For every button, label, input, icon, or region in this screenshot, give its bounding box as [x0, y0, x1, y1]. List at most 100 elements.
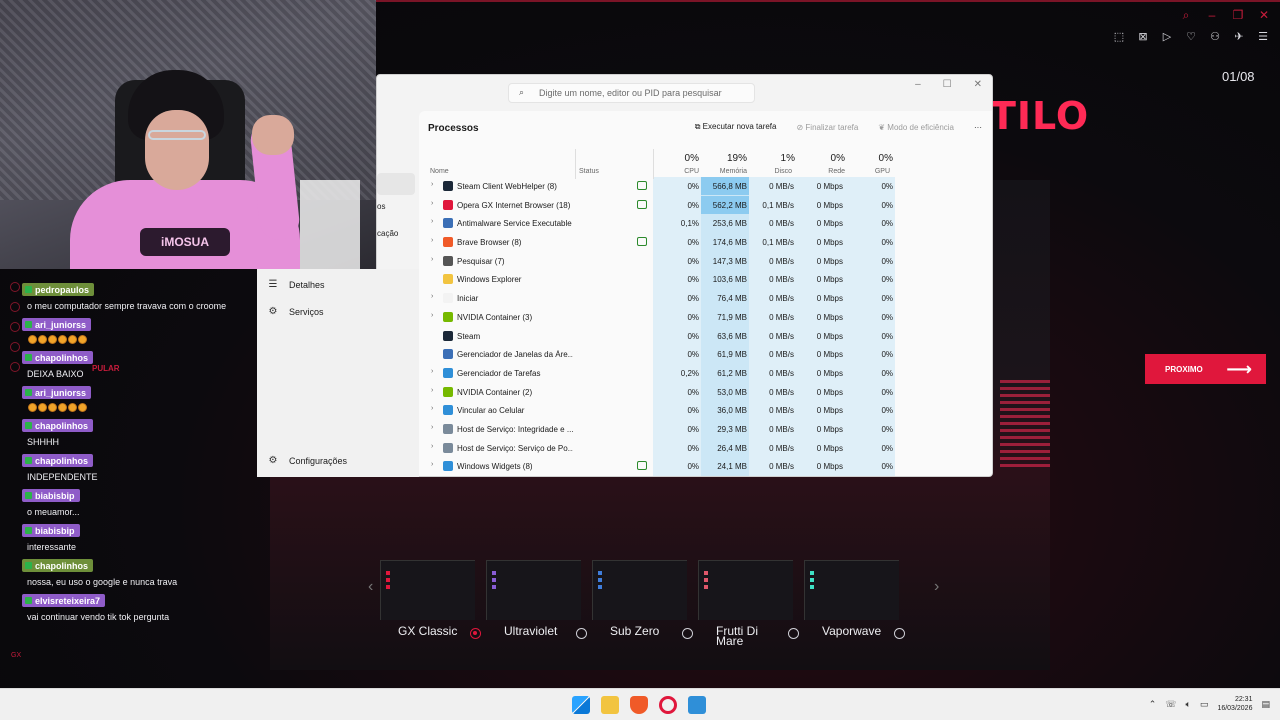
play-icon[interactable]: ▷	[1160, 30, 1174, 43]
gpu-column-header[interactable]: GPU	[859, 168, 890, 175]
chat-username[interactable]: ari_juniorss	[22, 386, 92, 399]
close-icon[interactable]: ✕	[974, 79, 982, 90]
chat-username[interactable]: chapolinhos	[22, 454, 94, 467]
clock[interactable]: 22:31 16/03/2026	[1217, 695, 1252, 713]
disk-column-header[interactable]: Disco	[761, 168, 792, 175]
process-row[interactable]: Steam 0% 63,6 MB 0 MB/s 0 Mbps 0%	[419, 327, 992, 346]
brave-icon[interactable]	[630, 696, 648, 714]
chat-username[interactable]: pedropaulos	[22, 283, 95, 296]
chevron-right-icon[interactable]: ›	[431, 181, 433, 188]
process-row[interactable]: › Host de Serviço: Integridade e ... 0% 29,…	[419, 420, 992, 439]
process-row[interactable]: › Steam Client WebHelper (8) 0% 566,8 MB 0 M…	[419, 177, 992, 196]
theme-option[interactable]: Frutti Di Mare	[698, 560, 803, 647]
theme-radio[interactable]	[682, 628, 693, 639]
chevron-right-icon[interactable]: ›	[431, 200, 433, 207]
process-row[interactable]: › Iniciar 0% 76,4 MB 0 MB/s 0 Mbps 0%	[419, 289, 992, 308]
ai-icon[interactable]: ✈	[1232, 30, 1246, 43]
process-row[interactable]: › Pesquisar (7) 0% 147,3 MB 0 MB/s 0 Mbps 0%	[419, 252, 992, 271]
process-row[interactable]: › Vincular ao Celular 0% 36,0 MB 0 MB/s 0 Mbp…	[419, 401, 992, 420]
process-row[interactable]: › Brave Browser (8) 0% 174,6 MB 0,1 MB/s 0 Mb…	[419, 233, 992, 252]
status-column-header[interactable]: Status	[579, 168, 599, 175]
chevron-left-icon[interactable]: ‹	[368, 578, 373, 596]
shield-icon[interactable]: ⊠	[1136, 30, 1150, 43]
nav-item-settings[interactable]: ⚙ Configurações	[267, 455, 348, 466]
network-icon[interactable]: ☏	[1165, 699, 1176, 710]
chevron-right-icon[interactable]: ›	[431, 443, 433, 450]
chat-username[interactable]: biabisbip	[22, 489, 80, 502]
theme-radio[interactable]	[576, 628, 587, 639]
chevron-right-icon[interactable]: ›	[431, 424, 433, 431]
theme-option[interactable]: Ultraviolet	[486, 560, 591, 639]
chevron-right-icon[interactable]: ›	[431, 312, 433, 319]
process-row[interactable]: › Windows Widgets (8) 0% 24,1 MB 0 MB/s 0 Mbp…	[419, 457, 992, 476]
process-row[interactable]: › NVIDIA Container (2) 0% 53,0 MB 0 MB/s 0 Mb…	[419, 383, 992, 402]
cpu-column-header[interactable]: CPU	[665, 168, 699, 175]
theme-radio[interactable]	[470, 628, 481, 639]
chat-username[interactable]: ari_juniorss	[22, 318, 92, 331]
nav-item-label[interactable]: os	[377, 202, 385, 211]
theme-radio[interactable]	[894, 628, 905, 639]
notification-icon[interactable]: ▤	[1261, 699, 1270, 710]
profile-icon[interactable]: ⚇	[1208, 30, 1222, 43]
minimize-icon[interactable]: –	[915, 79, 921, 90]
theme-option[interactable]: Vaporwave	[804, 560, 909, 639]
heart-icon[interactable]: ♡	[1184, 30, 1198, 43]
snapshot-icon[interactable]: ⬚	[1112, 30, 1126, 43]
theme-option[interactable]: GX Classic	[380, 560, 485, 639]
disk-percent[interactable]: 1%	[761, 153, 795, 164]
theme-option[interactable]: Sub Zero	[592, 560, 697, 639]
chevron-up-icon[interactable]: ⌃	[1149, 699, 1157, 710]
restore-icon[interactable]: ❐	[1232, 8, 1244, 23]
chevron-right-icon[interactable]: ›	[431, 293, 433, 300]
chat-username[interactable]: chapolinhos	[22, 419, 94, 432]
process-row[interactable]: Windows Explorer 0% 103,6 MB 0 MB/s 0 Mbps 0%	[419, 270, 992, 289]
volume-icon[interactable]: 🔈︎	[1186, 699, 1191, 710]
gpu-percent[interactable]: 0%	[859, 153, 893, 164]
end-task-button[interactable]: ⊘ Finalizar tarefa	[796, 123, 858, 132]
chat-username[interactable]: biabisbip	[22, 524, 80, 537]
nav-item-services[interactable]: ⚙ Serviços	[267, 306, 324, 317]
chat-username[interactable]: chapolinhos	[22, 351, 94, 364]
opera-icon[interactable]	[659, 696, 677, 714]
menu-icon[interactable]: ☰	[1256, 30, 1270, 43]
chevron-right-icon[interactable]: ›	[431, 387, 433, 394]
nav-item-label: Detalhes	[289, 279, 325, 290]
memory-column-header[interactable]: Memória	[703, 168, 747, 175]
run-task-button[interactable]: ⧉ Executar nova tarefa	[695, 122, 777, 132]
chevron-right-icon[interactable]: ›	[431, 237, 433, 244]
battery-icon[interactable]: ▭	[1200, 699, 1209, 710]
search-icon[interactable]: ⌕	[1180, 8, 1192, 23]
windows-start-icon[interactable]	[572, 696, 590, 714]
chevron-right-icon[interactable]: ›	[431, 256, 433, 263]
nav-item-details[interactable]: ☰ Detalhes	[267, 279, 325, 290]
process-row[interactable]: › Gerenciador de Tarefas 0,2% 61,2 MB 0 MB/s…	[419, 364, 992, 383]
chevron-right-icon[interactable]: ›	[431, 405, 433, 412]
network-percent[interactable]: 0%	[811, 153, 845, 164]
memory-percent[interactable]: 19%	[713, 153, 747, 164]
process-row[interactable]: › Antimalware Service Executable 0,1% 253,6…	[419, 214, 992, 233]
name-column-header[interactable]: Nome	[430, 168, 449, 175]
process-row[interactable]: › NVIDIA Container (3) 0% 71,9 MB 0 MB/s 0 Mb…	[419, 308, 992, 327]
minimize-icon[interactable]: –	[1206, 8, 1218, 23]
efficiency-mode-button[interactable]: ❦ Modo de eficiência	[878, 123, 954, 132]
close-icon[interactable]: ✕	[1258, 8, 1270, 23]
theme-radio[interactable]	[788, 628, 799, 639]
next-button[interactable]: PROXIMO ⟶	[1145, 354, 1266, 384]
network-column-header[interactable]: Rede	[811, 168, 845, 175]
chevron-right-icon[interactable]: ›	[934, 578, 939, 596]
chevron-right-icon[interactable]: ›	[431, 368, 433, 375]
maximize-icon[interactable]: ☐	[943, 79, 952, 90]
chat-username[interactable]: chapolinhos	[22, 559, 94, 572]
task-manager-icon[interactable]	[688, 696, 706, 714]
file-explorer-icon[interactable]	[601, 696, 619, 714]
process-row[interactable]: › Opera GX Internet Browser (18) 0% 562,2 M…	[419, 196, 992, 215]
cpu-percent[interactable]: 0%	[665, 153, 699, 164]
process-row[interactable]: Gerenciador de Janelas da Áre... 0% 61,9 M…	[419, 345, 992, 364]
more-options-button[interactable]: ···	[974, 123, 982, 132]
chevron-right-icon[interactable]: ›	[431, 218, 433, 225]
chevron-right-icon[interactable]: ›	[431, 461, 433, 468]
chat-username[interactable]: elvisreteixeira7	[22, 594, 106, 607]
nav-item-label[interactable]: cação	[377, 229, 398, 238]
process-row[interactable]: › Host de Serviço: Serviço de Po... 0% 26,4…	[419, 439, 992, 458]
search-input[interactable]: ⌕ Digite um nome, editor ou PID para pes…	[508, 83, 755, 103]
